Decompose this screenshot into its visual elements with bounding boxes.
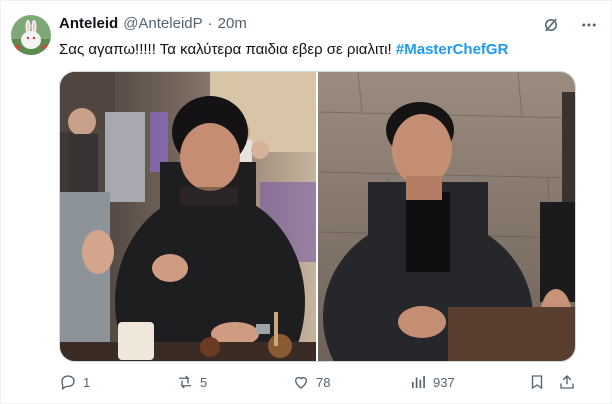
action-bar: 1 5 78 937	[59, 373, 589, 395]
bookmark-button[interactable]	[528, 373, 546, 391]
views-count: 937	[433, 374, 455, 390]
views-button[interactable]: 937	[409, 373, 455, 391]
repost-count: 5	[200, 374, 208, 390]
author-handle[interactable]: @AnteleidP	[123, 15, 202, 32]
reply-icon	[61, 375, 75, 391]
avatar[interactable]	[11, 15, 51, 55]
heart-icon	[295, 376, 307, 389]
share-button[interactable]	[558, 373, 576, 391]
share-icon	[560, 375, 574, 389]
hashtag-link[interactable]: #MasterChefGR	[396, 41, 509, 58]
tweet-card[interactable]: Anteleid @AnteleidP · 20m Σας αγαπω!!!!!…	[0, 0, 612, 404]
grok-icon[interactable]	[541, 15, 561, 35]
reply-count: 1	[83, 374, 91, 390]
views-icon	[412, 376, 425, 388]
bookmark-icon	[531, 375, 543, 390]
like-count: 78	[316, 374, 331, 390]
author-name[interactable]: Anteleid	[59, 15, 118, 32]
top-right-icons	[541, 15, 599, 35]
tweet-header: Anteleid @AnteleidP · 20m	[59, 15, 247, 37]
repost-icon	[179, 375, 191, 389]
media-image-right[interactable]	[318, 72, 575, 361]
more-icon[interactable]	[579, 15, 599, 35]
separator-dot: ·	[207, 15, 213, 32]
tweet-body: Σας αγαπω!!!!! Τα καλύτερα παιδια εβερ σ…	[59, 41, 392, 58]
tweet-text: Σας αγαπω!!!!! Τα καλύτερα παιδια εβερ σ…	[59, 40, 508, 60]
timestamp[interactable]: 20m	[218, 15, 247, 32]
like-button[interactable]: 78	[292, 373, 330, 391]
media-image-left[interactable]	[60, 72, 316, 361]
repost-button[interactable]: 5	[176, 373, 207, 391]
reply-button[interactable]: 1	[59, 373, 90, 391]
media-grid	[59, 71, 576, 362]
